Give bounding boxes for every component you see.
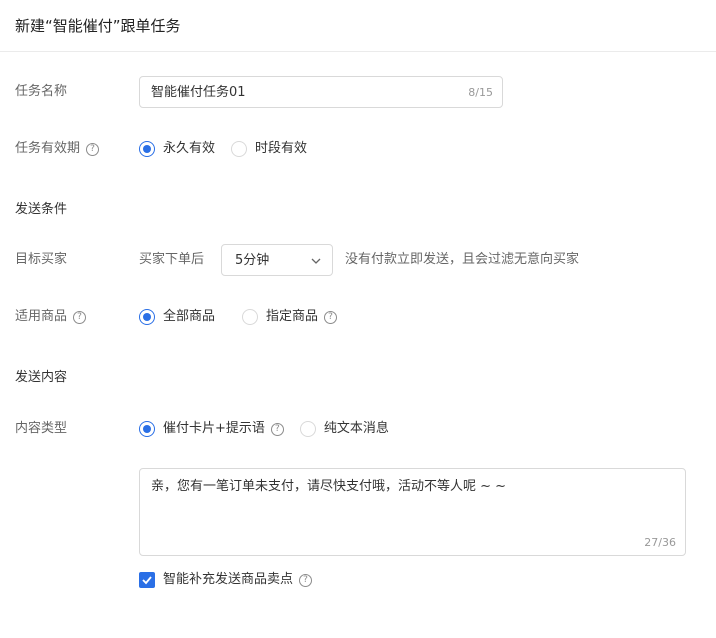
page-title: 新建“智能催付”跟单任务 <box>15 17 181 35</box>
help-icon[interactable]: ? <box>324 310 338 324</box>
help-icon[interactable]: ? <box>299 573 313 587</box>
task-name-label: 任务名称 <box>15 84 68 99</box>
message-textarea[interactable]: 亲，您有一笔订单未支付，请尽快支付哦，活动不等人呢 ~ ~ 27/36 <box>139 468 686 556</box>
validity-label: 任务有效期 ? <box>15 140 100 158</box>
radio-unchecked-icon <box>231 141 248 157</box>
radio-unchecked-icon <box>299 421 316 437</box>
message-text: 亲，您有一笔订单未支付，请尽快支付哦，活动不等人呢 ~ ~ <box>151 479 507 494</box>
radio-checked-icon <box>139 421 155 437</box>
radio-time-period[interactable]: 时段有效 <box>231 140 307 158</box>
chevron-down-icon <box>311 258 321 264</box>
radio-checked-icon <box>139 309 155 325</box>
radio-checked-icon <box>139 141 155 157</box>
checkbox-checked-icon <box>139 572 155 588</box>
help-icon[interactable]: ? <box>73 310 87 324</box>
radio-permanent[interactable]: 永久有效 <box>139 140 215 158</box>
help-icon[interactable]: ? <box>270 422 284 436</box>
delay-select-value: 5分钟 <box>235 253 270 268</box>
message-char-count: 27/36 <box>644 536 676 549</box>
radio-plain-text[interactable]: 纯文本消息 <box>299 420 389 438</box>
content-type-label: 内容类型 <box>15 421 68 436</box>
products-label: 适用商品 ? <box>15 308 87 326</box>
radio-all-products[interactable]: 全部商品 <box>139 308 215 326</box>
page-header: 新建“智能催付”跟单任务 <box>0 0 716 52</box>
radio-specified-products[interactable]: 指定商品 ? <box>242 308 338 326</box>
radio-payment-card[interactable]: 催付卡片+提示语 ? <box>139 420 284 438</box>
radio-unchecked-icon <box>242 309 259 325</box>
delay-select[interactable]: 5分钟 <box>221 244 333 276</box>
buyer-order-prefix: 买家下单后 <box>139 252 205 267</box>
send-condition-suffix: 没有付款立即发送，且会过滤无意向买家 <box>345 252 580 267</box>
products-radio-group: 全部商品 指定商品 ? <box>139 308 338 326</box>
content-type-radio-group: 催付卡片+提示语 ? 纯文本消息 <box>139 420 389 438</box>
send-content-section-title: 发送内容 <box>15 370 68 385</box>
task-name-value: 智能催付任务01 <box>151 85 246 100</box>
target-buyer-label: 目标买家 <box>15 252 68 267</box>
help-icon[interactable]: ? <box>86 142 100 156</box>
validity-radio-group: 永久有效 时段有效 <box>139 140 307 158</box>
smart-supplement-checkbox[interactable]: 智能补充发送商品卖点 ? <box>139 571 313 589</box>
task-name-input[interactable]: 智能催付任务01 8/15 <box>139 76 503 108</box>
task-name-char-count: 8/15 <box>468 86 493 99</box>
send-condition-section-title: 发送条件 <box>15 202 68 217</box>
